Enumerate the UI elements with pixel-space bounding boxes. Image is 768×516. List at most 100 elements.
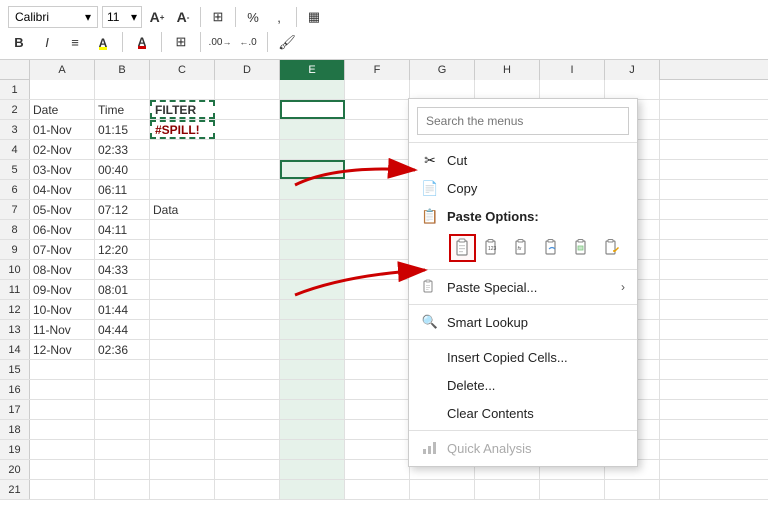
cell-d13[interactable] [215, 320, 280, 339]
cell-c1[interactable] [150, 80, 215, 99]
search-menus-input[interactable] [417, 107, 629, 135]
cell-f8[interactable] [345, 220, 410, 239]
bold-button[interactable]: B [8, 31, 30, 53]
col-header-c[interactable]: C [150, 60, 215, 80]
cell-f4[interactable] [345, 140, 410, 159]
cell-f10[interactable] [345, 260, 410, 279]
col-header-h[interactable]: H [475, 60, 540, 80]
cell-c5[interactable] [150, 160, 215, 179]
cell-a11[interactable]: 09-Nov [30, 280, 95, 299]
cell-e11[interactable] [280, 280, 345, 299]
cell-b3[interactable]: 01:15 [95, 120, 150, 139]
cell-a8[interactable]: 06-Nov [30, 220, 95, 239]
col-header-d[interactable]: D [215, 60, 280, 80]
cell-e8[interactable] [280, 220, 345, 239]
cell-d6[interactable] [215, 180, 280, 199]
cell-e12[interactable] [280, 300, 345, 319]
cell-a6[interactable]: 04-Nov [30, 180, 95, 199]
cell-a2[interactable]: Date [30, 100, 95, 119]
cell-j1[interactable] [605, 80, 660, 99]
cell-d10[interactable] [215, 260, 280, 279]
cell-a13[interactable]: 11-Nov [30, 320, 95, 339]
cell-b14[interactable]: 02:36 [95, 340, 150, 359]
cell-c4[interactable] [150, 140, 215, 159]
cell-e10[interactable] [280, 260, 345, 279]
font-name-selector[interactable]: Calibri ▾ [8, 6, 98, 28]
row-num-11[interactable]: 11 [0, 280, 30, 299]
row-num-10[interactable]: 10 [0, 260, 30, 279]
row-num-14[interactable]: 14 [0, 340, 30, 359]
col-header-j[interactable]: J [605, 60, 660, 80]
increase-decimal-button[interactable]: .00→ [209, 31, 231, 53]
cell-f6[interactable] [345, 180, 410, 199]
cell-e6[interactable] [280, 180, 345, 199]
cell-a12[interactable]: 10-Nov [30, 300, 95, 319]
row-num-1[interactable]: 1 [0, 80, 30, 99]
cell-f9[interactable] [345, 240, 410, 259]
context-menu-clear-contents[interactable]: Clear Contents [409, 399, 637, 427]
cell-c10[interactable] [150, 260, 215, 279]
cell-e5[interactable] [280, 160, 345, 179]
cell-d14[interactable] [215, 340, 280, 359]
font-color-button[interactable]: A [131, 31, 153, 53]
paste-button-1[interactable] [449, 234, 476, 262]
cell-a4[interactable]: 02-Nov [30, 140, 95, 159]
cell-a7[interactable]: 05-Nov [30, 200, 95, 219]
cell-c8[interactable] [150, 220, 215, 239]
cell-f14[interactable] [345, 340, 410, 359]
cell-e4[interactable] [280, 140, 345, 159]
cell-b5[interactable]: 00:40 [95, 160, 150, 179]
cell-b6[interactable]: 06:11 [95, 180, 150, 199]
cell-c3[interactable]: #SPILL! [150, 120, 215, 139]
cell-d12[interactable] [215, 300, 280, 319]
cell-b7[interactable]: 07:12 [95, 200, 150, 219]
cell-h1[interactable] [475, 80, 540, 99]
cell-b13[interactable]: 04:44 [95, 320, 150, 339]
row-num-6[interactable]: 6 [0, 180, 30, 199]
cell-b4[interactable]: 02:33 [95, 140, 150, 159]
cell-a14[interactable]: 12-Nov [30, 340, 95, 359]
cell-d8[interactable] [215, 220, 280, 239]
cell-e2[interactable] [280, 100, 345, 119]
cell-a3[interactable]: 01-Nov [30, 120, 95, 139]
cell-e7[interactable] [280, 200, 345, 219]
cell-f7[interactable] [345, 200, 410, 219]
cell-i1[interactable] [540, 80, 605, 99]
cell-c7[interactable]: Data [150, 200, 215, 219]
cell-e9[interactable] [280, 240, 345, 259]
row-num-12[interactable]: 12 [0, 300, 30, 319]
row-num-2[interactable]: 2 [0, 100, 30, 119]
cell-a9[interactable]: 07-Nov [30, 240, 95, 259]
percent-button[interactable]: % [242, 6, 264, 28]
comma-button[interactable]: , [268, 6, 290, 28]
row-num-13[interactable]: 13 [0, 320, 30, 339]
borders-button[interactable]: ⊞ [170, 31, 192, 53]
row-num-7[interactable]: 7 [0, 200, 30, 219]
cell-b1[interactable] [95, 80, 150, 99]
cell-b8[interactable]: 04:11 [95, 220, 150, 239]
col-header-i[interactable]: I [540, 60, 605, 80]
paste-button-values[interactable]: 123 [479, 234, 506, 262]
cell-c2[interactable]: FILTER [150, 100, 215, 119]
cell-d3[interactable] [215, 120, 280, 139]
paste-button-formula[interactable]: fx [509, 234, 536, 262]
context-menu-paste-special[interactable]: Paste Special... [409, 273, 637, 301]
paste-button-link[interactable] [539, 234, 566, 262]
cell-a10[interactable]: 08-Nov [30, 260, 95, 279]
cell-d2[interactable] [215, 100, 280, 119]
context-menu-insert-copied[interactable]: Insert Copied Cells... [409, 343, 637, 371]
cell-b2[interactable]: Time [95, 100, 150, 119]
col-header-a[interactable]: A [30, 60, 95, 80]
col-header-e[interactable]: E [280, 60, 345, 80]
row-num-9[interactable]: 9 [0, 240, 30, 259]
merge-cells-button[interactable]: ⊞ [207, 6, 229, 28]
cell-e14[interactable] [280, 340, 345, 359]
cell-d11[interactable] [215, 280, 280, 299]
cell-d1[interactable] [215, 80, 280, 99]
cell-b12[interactable]: 01:44 [95, 300, 150, 319]
cell-f12[interactable] [345, 300, 410, 319]
cell-f2[interactable] [345, 100, 410, 119]
decrease-decimal-button[interactable]: ←.0 [237, 31, 259, 53]
cell-a5[interactable]: 03-Nov [30, 160, 95, 179]
cell-f3[interactable] [345, 120, 410, 139]
